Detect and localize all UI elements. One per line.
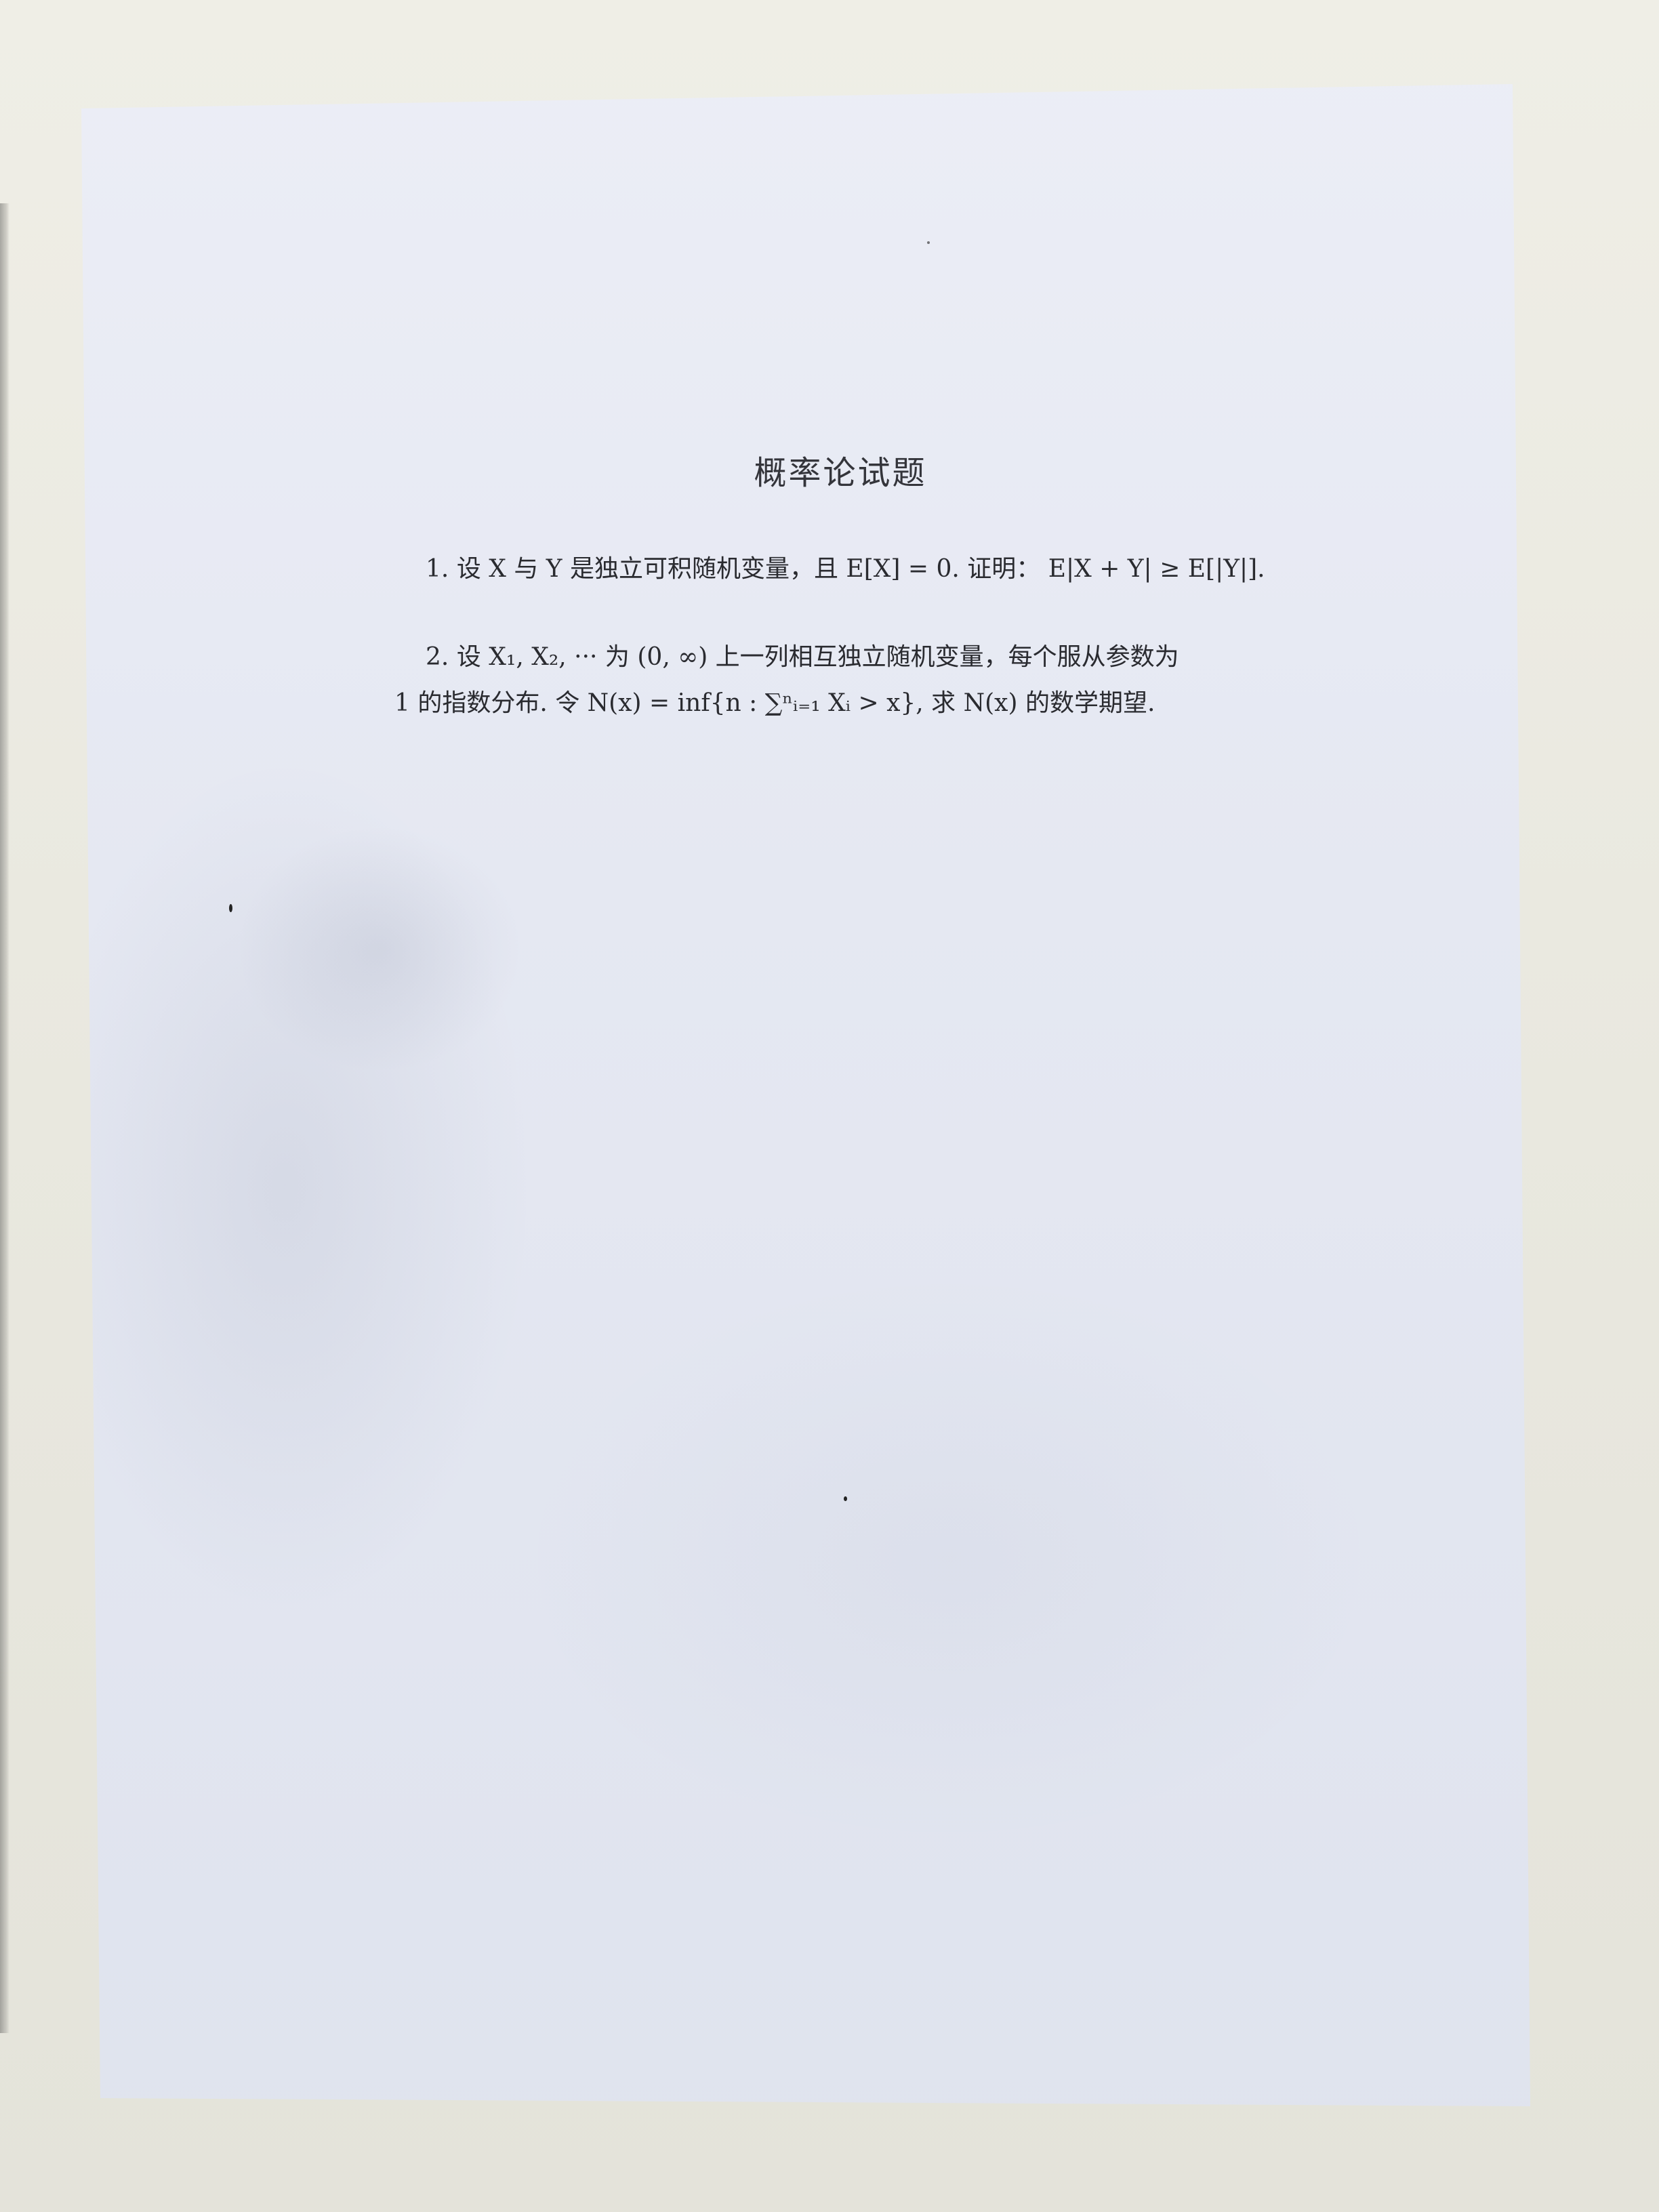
paper-speck <box>927 241 930 244</box>
problem-2-continuation: 1 的指数分布. 令 N(x) = inf{n : ∑ⁿᵢ₌₁ Xᵢ > x},… <box>394 683 1155 718</box>
exam-page: 概率论试题 1. 设 X 与 Y 是独立可积随机变量，且 E[X] = 0. 证… <box>0 0 1659 2212</box>
problem-2-text-line-2: 1 的指数分布. 令 N(x) = inf{n : ∑ⁿᵢ₌₁ Xᵢ > x},… <box>394 689 1155 717</box>
problem-1: 1. 设 X 与 Y 是独立可积随机变量，且 E[X] = 0. 证明： E|X… <box>426 549 1265 584</box>
photo-scene: 概率论试题 1. 设 X 与 Y 是独立可积随机变量，且 E[X] = 0. 证… <box>0 0 1659 2212</box>
problem-2-number: 2. <box>426 643 449 671</box>
problem-1-text: 设 X 与 Y 是独立可积随机变量，且 E[X] = 0. 证明： E|X + … <box>456 555 1265 583</box>
page-title: 概率论试题 <box>754 454 927 492</box>
paper-speck <box>229 904 232 912</box>
problem-2-text-line-1: 设 X₁, X₂, ··· 为 (0, ∞) 上一列相互独立随机变量，每个服从参… <box>456 643 1179 671</box>
problem-2: 2. 设 X₁, X₂, ··· 为 (0, ∞) 上一列相互独立随机变量，每个… <box>426 637 1179 672</box>
problem-1-number: 1. <box>426 555 449 583</box>
paper-speck <box>844 1496 847 1501</box>
